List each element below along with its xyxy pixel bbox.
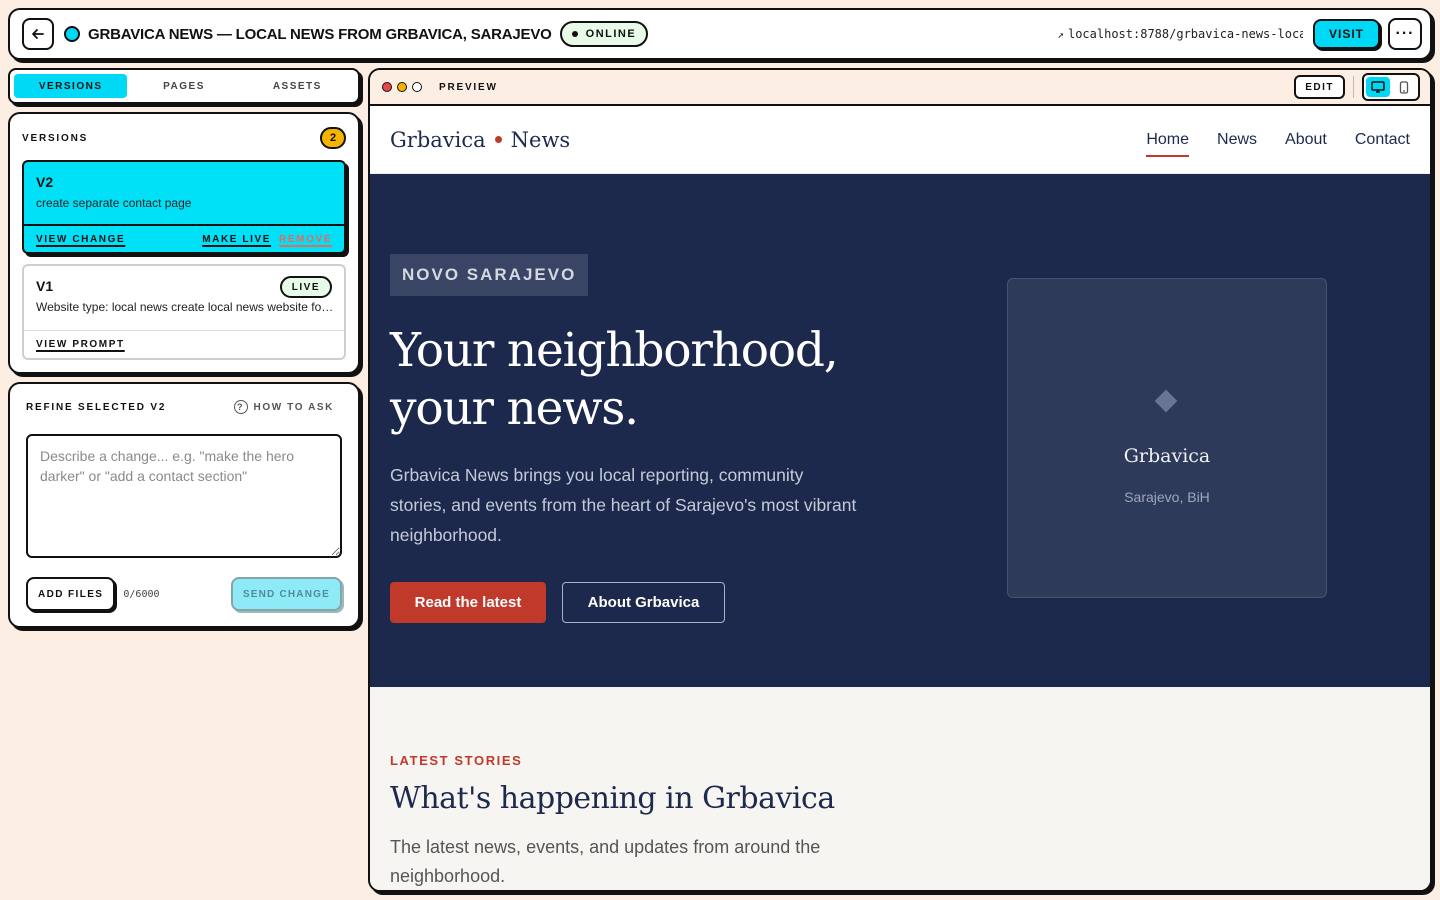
nav-home[interactable]: Home <box>1146 127 1189 157</box>
refine-input[interactable] <box>26 434 342 558</box>
version-name: V1 <box>36 278 54 294</box>
help-icon: ? <box>233 400 248 414</box>
status-dot-icon <box>64 26 80 42</box>
char-count: 0/6000 <box>123 588 160 600</box>
nav-contact[interactable]: Contact <box>1355 127 1410 153</box>
url-display[interactable]: ↗ localhost:8788/grbavica-news-local <box>1057 27 1303 41</box>
version-description: Website type: local news create local ne… <box>36 300 336 314</box>
version-card-v2[interactable]: V2 create separate contact page VIEW CHA… <box>22 160 346 254</box>
preview-toolbar: PREVIEW EDIT <box>370 70 1430 106</box>
nav-news[interactable]: News <box>1217 127 1257 153</box>
latest-title: What's happening in Grbavica <box>390 781 835 816</box>
send-change-button[interactable]: SEND CHANGE <box>230 577 342 611</box>
location-card: Grbavica Sarajevo, BiH <box>1007 278 1327 598</box>
live-badge: LIVE <box>279 276 332 298</box>
hero-section: NOVO SARAJEVO Your neighborhood, your ne… <box>370 174 1430 687</box>
sidebar-tabs: VERSIONS PAGES ASSETS <box>8 68 360 104</box>
latest-text: The latest news, events, and updates fro… <box>390 837 821 886</box>
site-preview: Grbavica News Home News About Contact NO… <box>370 106 1430 890</box>
versions-title: VERSIONS <box>22 132 89 144</box>
toolbar-divider <box>1353 76 1354 98</box>
hero-title-line1: Your neighborhood, <box>390 323 839 378</box>
desktop-icon <box>1371 81 1385 93</box>
version-name: V2 <box>36 174 54 190</box>
logo-dot-icon <box>494 136 502 143</box>
hero-title-line2: your news. <box>390 381 639 436</box>
minimize-dot-icon <box>397 82 407 92</box>
remove-link[interactable]: REMOVE <box>279 234 332 245</box>
online-dot-icon <box>571 31 578 37</box>
close-dot-icon <box>382 82 392 92</box>
visit-button[interactable]: VISIT <box>1312 19 1380 49</box>
back-button[interactable] <box>22 18 54 50</box>
versions-panel: VERSIONS 2 V2 create separate contact pa… <box>8 112 360 374</box>
more-options-button[interactable]: ··· <box>1388 18 1422 50</box>
preview-title: PREVIEW <box>439 81 498 93</box>
desktop-view-button[interactable] <box>1366 77 1390 97</box>
view-change-link[interactable]: VIEW CHANGE <box>36 234 125 245</box>
url-text: localhost:8788/grbavica-news-local <box>1067 27 1303 41</box>
external-link-icon: ↗ <box>1057 27 1064 41</box>
edit-button[interactable]: EDIT <box>1294 75 1345 99</box>
mobile-icon <box>1399 80 1409 94</box>
logo-right: News <box>510 127 571 152</box>
hero-kicker: NOVO SARAJEVO <box>390 254 589 296</box>
how-to-ask-button[interactable]: ? HOW TO ASK <box>233 400 334 414</box>
site-header: Grbavica News Home News About Contact <box>370 106 1430 174</box>
hero-text: Grbavica News brings you local reporting… <box>390 465 857 545</box>
online-status-label: ONLINE <box>585 28 637 40</box>
tab-assets[interactable]: ASSETS <box>241 74 354 98</box>
refine-panel: REFINE SELECTED V2 ? HOW TO ASK ADD FILE… <box>8 382 360 628</box>
device-toggle <box>1362 73 1420 101</box>
arrow-left-icon <box>32 29 44 39</box>
site-nav: Home News About Contact <box>1146 127 1410 157</box>
online-status-badge: ONLINE <box>559 21 649 47</box>
preview-window: PREVIEW EDIT Grbavica News Home News Abo… <box>368 68 1432 892</box>
read-latest-button[interactable]: Read the latest <box>390 582 546 623</box>
location-subtitle: Sarajevo, BiH <box>1124 489 1210 505</box>
version-description: create separate contact page <box>36 196 192 210</box>
mobile-view-button[interactable] <box>1392 77 1416 97</box>
how-to-ask-label: HOW TO ASK <box>253 401 334 413</box>
tab-pages[interactable]: PAGES <box>127 74 240 98</box>
make-live-link[interactable]: MAKE LIVE <box>202 234 271 245</box>
maximize-dot-icon <box>412 82 422 92</box>
project-title: GRBAVICA NEWS — LOCAL NEWS FROM GRBAVICA… <box>88 25 552 43</box>
logo-left: Grbavica <box>390 127 486 152</box>
nav-about[interactable]: About <box>1285 127 1327 153</box>
versions-count-badge: 2 <box>320 127 346 149</box>
version-card-v1[interactable]: V1 LIVE Website type: local news create … <box>22 264 346 360</box>
location-name: Grbavica <box>1123 445 1211 467</box>
latest-stories-section: LATEST STORIES What's happening in Grbav… <box>370 687 1430 890</box>
more-dots-icon: ··· <box>1395 25 1415 42</box>
diamond-icon <box>1154 389 1178 413</box>
view-prompt-link[interactable]: VIEW PROMPT <box>36 339 125 350</box>
refine-title: REFINE SELECTED V2 <box>26 401 167 413</box>
latest-kicker: LATEST STORIES <box>390 753 523 768</box>
top-bar: GRBAVICA NEWS — LOCAL NEWS FROM GRBAVICA… <box>8 8 1432 60</box>
about-grbavica-button[interactable]: About Grbavica <box>562 582 725 623</box>
tab-versions[interactable]: VERSIONS <box>14 74 128 98</box>
site-logo[interactable]: Grbavica News <box>390 128 570 152</box>
hero-title: Your neighborhood, your news. <box>390 322 930 438</box>
add-files-button[interactable]: ADD FILES <box>26 577 116 611</box>
